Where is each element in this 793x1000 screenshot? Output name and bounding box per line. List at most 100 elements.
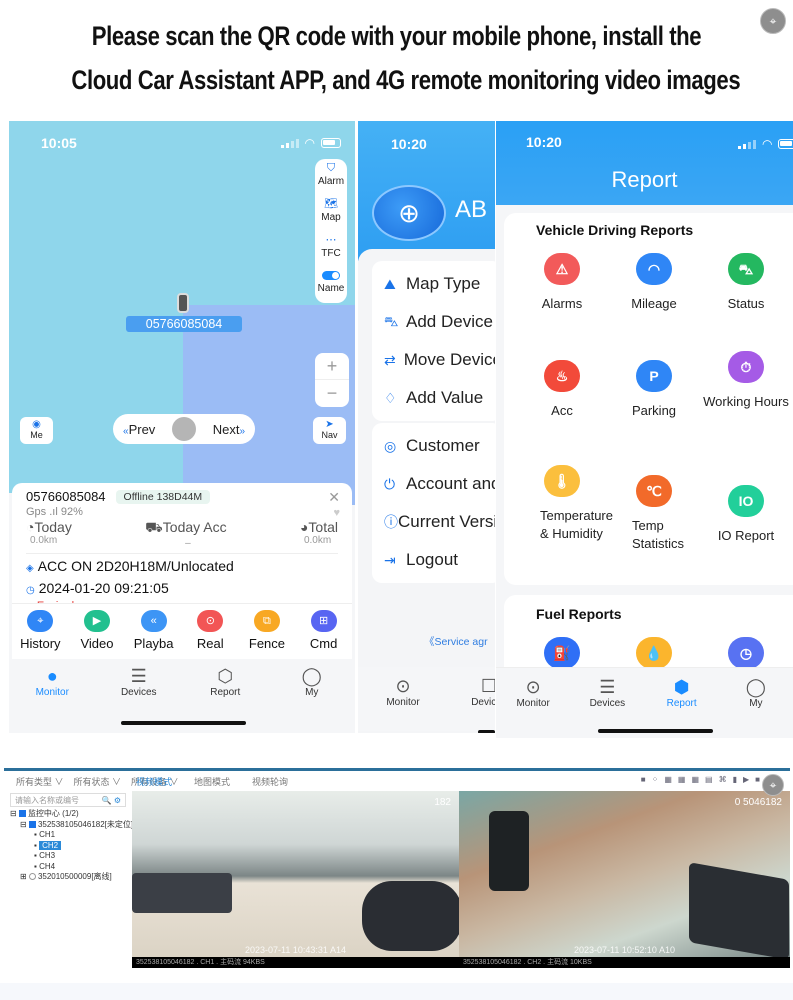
report-fuel-2[interactable]: 💧	[608, 637, 700, 669]
vehicle-driving-reports: Vehicle Driving Reports ⚠ Alarms ◠ Mileage…	[504, 213, 793, 585]
layout-6-icon[interactable]: ▦	[664, 775, 672, 784]
car-center-icon[interactable]	[172, 417, 196, 441]
layout-16-icon[interactable]: ▤	[705, 775, 713, 784]
search-icon[interactable]: 🔍	[102, 796, 112, 805]
visual-search-icon[interactable]: ⌖	[760, 8, 786, 34]
name-toggle[interactable]: Name	[315, 271, 347, 307]
double-right-icon: »	[239, 425, 245, 437]
menu-customer[interactable]: ◎ Customer	[372, 427, 495, 465]
wifi-icon: ◠	[762, 137, 773, 151]
record-icon[interactable]: ■	[755, 775, 760, 784]
alarm-toggle[interactable]: ⛉ Alarm	[315, 163, 347, 199]
action-real[interactable]: ⊙ Real	[183, 610, 237, 659]
tree-node-device[interactable]: ⊞ 352010500009[离线]	[4, 872, 132, 883]
action-history[interactable]: ⌖ History	[13, 610, 67, 659]
menu-current-version[interactable]: ⓘCurrent Version	[372, 503, 495, 541]
tree-node-channel[interactable]: ▪ CH4	[4, 862, 132, 873]
action-video[interactable]: ▶ Video	[70, 610, 124, 659]
action-playback[interactable]: «Playba	[127, 610, 181, 659]
toggle-icon[interactable]	[322, 271, 340, 280]
tab-monitor[interactable]: ⊙ Monitor	[368, 675, 438, 731]
report-alarms[interactable]: ⚠ Alarms	[516, 253, 608, 313]
tab-report[interactable]: ⬡ Report	[190, 665, 260, 721]
tab-monitor[interactable]: ● Monitor	[17, 665, 87, 721]
report-temp-statistics[interactable]: ℃ Temp Statistics	[608, 475, 700, 553]
report-fuel-1[interactable]: ⛽	[516, 637, 608, 669]
menu-add-device[interactable]: ⛍ Add Device	[372, 303, 495, 341]
tree-node-device[interactable]: ⊟ 352538105046182[未定位]	[4, 820, 133, 831]
tree-node-root[interactable]: ⊟ 监控中心 (1/2)	[4, 809, 132, 820]
fullscreen-icon[interactable]: ⌘	[719, 775, 727, 784]
mileage-stats: ◔Today 0.0km ⛟Today Acc – ◕Total 0.0km	[26, 519, 338, 554]
layout-tools: ■ ⁘ ▦ ▦ ▦ ▤ ⌘ ▮ ▶ ■	[641, 775, 760, 784]
next-button[interactable]: Next»	[213, 422, 245, 437]
map-toggle[interactable]: 🗺 Map	[315, 199, 347, 235]
tree-node-channel[interactable]: ▪ CH1	[4, 830, 132, 841]
nav-button[interactable]: ➤ Nav	[313, 417, 346, 444]
menu-map-type[interactable]: ⛰ Map Type	[372, 265, 495, 303]
report-status[interactable]: ⛍ Status	[700, 253, 792, 313]
prev-next-switcher: «Prev Next»	[113, 414, 255, 444]
menu-account[interactable]: ⏻ Account and	[372, 465, 495, 503]
collapse-icon[interactable]: ⊟	[20, 820, 27, 829]
bottom-tab-bar: ⊙ Monitor ☰ Devices ⬢ Report ◯ My	[496, 667, 793, 738]
report-fuel-3[interactable]: ◷	[700, 637, 792, 669]
visual-search-icon[interactable]: ⌖	[762, 774, 784, 796]
prev-button[interactable]: «Prev	[123, 422, 155, 437]
checkbox[interactable]	[18, 810, 26, 818]
tree-node-channel[interactable]: ▪ CH3	[4, 851, 132, 862]
device-search-input[interactable]: 请输入名称或编号 🔍 ⚙	[10, 793, 126, 807]
zoom-in-button[interactable]: +	[315, 353, 349, 380]
io-icon: IO	[728, 485, 764, 517]
checkbox[interactable]	[28, 820, 36, 828]
report-temperature-humidity[interactable]: 🌡 Temperature & Humidity	[516, 465, 613, 543]
report-mileage[interactable]: ◠ Mileage	[608, 253, 700, 313]
vehicle-marker-icon[interactable]	[177, 293, 189, 313]
report-acc[interactable]: ♨ Acc	[516, 360, 608, 420]
layout-9-icon[interactable]: ▦	[691, 775, 699, 784]
filter-status[interactable]: 所有状态 ∨	[74, 775, 122, 788]
report-io[interactable]: IO IO Report	[700, 485, 792, 545]
collapse-icon[interactable]: ⊟	[10, 809, 17, 818]
vehicle-plate-label[interactable]: 05766085084	[126, 316, 242, 332]
report-parking[interactable]: P Parking	[608, 360, 700, 420]
play-icon[interactable]: ▶	[743, 775, 749, 784]
zoom-out-button[interactable]: −	[315, 380, 349, 407]
gear-icon[interactable]: ⚙	[114, 796, 121, 805]
tab-my[interactable]: ◯ My	[277, 665, 347, 721]
menu-move-device[interactable]: ⇄ Move Device	[372, 341, 495, 379]
layout-1-icon[interactable]: ■	[641, 775, 646, 784]
headline: Please scan the QR code with your mobile…	[0, 14, 793, 102]
expand-icon[interactable]: ⊞	[20, 872, 27, 881]
status-icons: ◠	[280, 136, 341, 150]
video-channel-1[interactable]: 182 2023-07-11 10:43:31 A14 352538105046…	[132, 791, 459, 968]
layout-8-icon[interactable]: ▦	[678, 775, 686, 784]
favorite-icon[interactable]: ♥	[333, 507, 340, 519]
tf-card-toggle[interactable]: ⋯ TFC	[315, 235, 347, 271]
home-indicator	[598, 729, 713, 733]
clipboard-icon: ☐	[480, 676, 495, 696]
me-button[interactable]: ◉ Me	[20, 417, 53, 444]
action-fence[interactable]: ⧉ Fence	[240, 610, 294, 659]
device-id: 05766085084	[26, 489, 106, 504]
tree-node-channel[interactable]: ▪ CH2	[4, 840, 132, 852]
layout-4-icon[interactable]: ⁘	[652, 775, 659, 784]
service-agreement-link[interactable]: 《Service agr	[424, 634, 488, 649]
tab-monitor[interactable]: ⊙ Monitor	[498, 676, 568, 738]
tab-my[interactable]: ◯ My	[721, 676, 791, 738]
menu-logout[interactable]: ⇥ Logout	[372, 541, 495, 579]
menu-add-value[interactable]: ♢ Add Value	[372, 379, 495, 417]
report-working-hours[interactable]: ⏱ Working Hours	[700, 351, 792, 411]
close-icon[interactable]: ✕	[328, 489, 340, 506]
command-icon: ⊞	[310, 610, 337, 632]
location-pin-icon: ⊙	[525, 677, 541, 697]
phone-report-screen: 10:20 ◠ Report Vehicle Driving Reports ⚠…	[496, 121, 793, 738]
phone-monitor-screen: 10:05 ◠ ⛉ Alarm 🗺 Map ⋯ TFC Name 0576608…	[9, 121, 355, 733]
tab-devices[interactable]: ☰ Devices	[104, 665, 174, 721]
video-channel-2[interactable]: 0 5046182 2023-07-11 10:52:10 A10 352538…	[459, 791, 790, 968]
tab-devices[interactable]: ☐Devices	[454, 675, 495, 731]
action-cmd[interactable]: ⊞ Cmd	[297, 610, 351, 659]
stop-icon[interactable]: ▮	[733, 775, 737, 784]
checkbox[interactable]	[28, 873, 36, 881]
filter-type[interactable]: 所有类型 ∨	[16, 775, 64, 788]
